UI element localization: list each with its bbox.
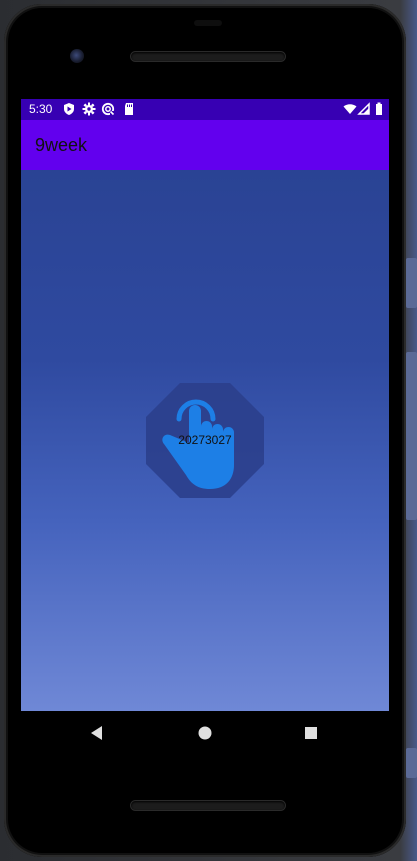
- touch-button[interactable]: 20273027: [146, 383, 264, 498]
- app-bar: 9week: [21, 120, 389, 170]
- power-side-button[interactable]: [406, 258, 417, 308]
- side-button-lower: [406, 748, 417, 778]
- play-protect-icon: [64, 103, 74, 115]
- status-bar: 5:30: [21, 99, 389, 120]
- top-sensor: [194, 20, 222, 26]
- status-time: 5:30: [29, 102, 53, 116]
- touch-button-label: 20273027: [178, 433, 232, 447]
- settings-icon: [82, 102, 96, 116]
- navigation-bar: [21, 711, 389, 755]
- sd-card-icon: [125, 103, 133, 115]
- recents-icon[interactable]: [301, 723, 321, 743]
- signal-icon: [357, 102, 370, 115]
- app-title: 9week: [35, 135, 88, 155]
- home-icon[interactable]: [195, 723, 215, 743]
- volume-side-button[interactable]: [406, 352, 417, 520]
- front-camera: [70, 49, 84, 63]
- sync-icon: [101, 102, 115, 116]
- bottom-speaker: [131, 801, 285, 810]
- device-screen: 5:30 9week 20273027: [21, 99, 389, 711]
- wifi-icon: [343, 104, 357, 114]
- earpiece-speaker: [131, 52, 285, 61]
- battery-icon: [376, 102, 382, 115]
- back-icon[interactable]: [87, 723, 107, 743]
- main-content: 20273027: [21, 170, 389, 711]
